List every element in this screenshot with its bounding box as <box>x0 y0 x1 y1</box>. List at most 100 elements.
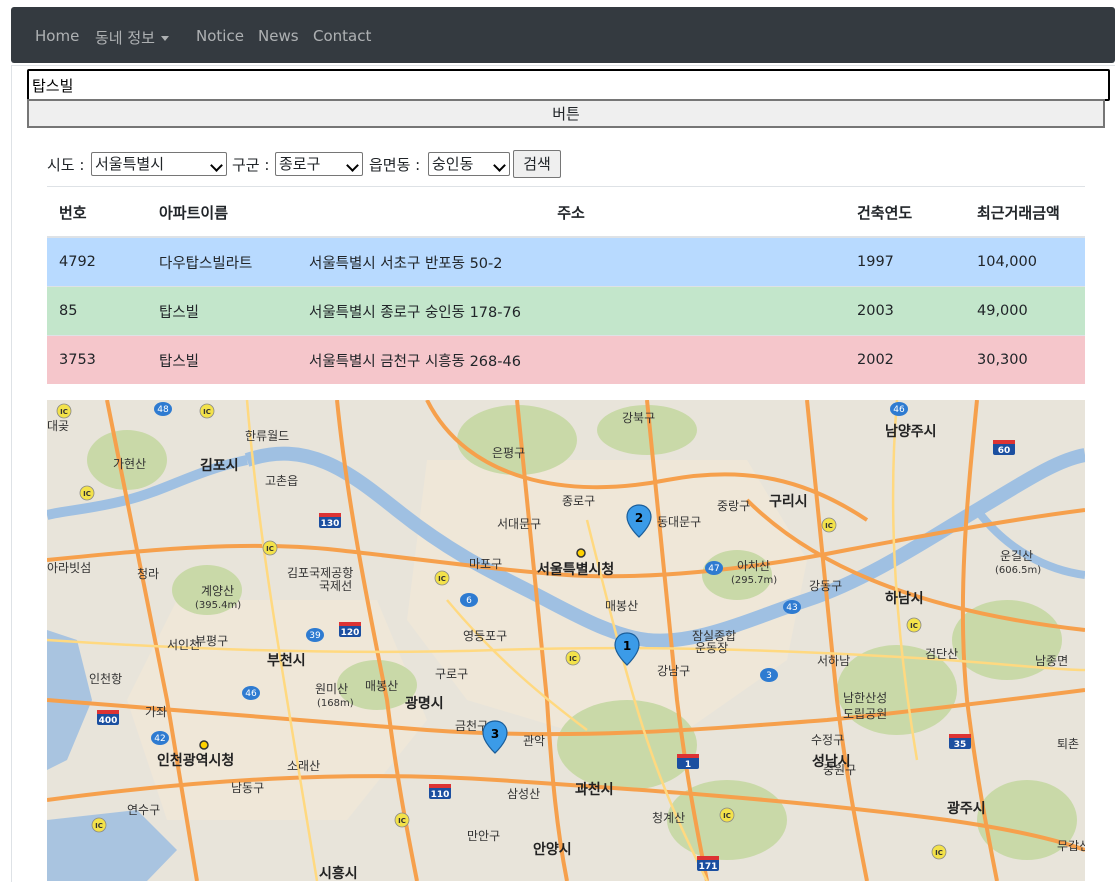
svg-text:IC: IC <box>569 655 577 663</box>
cell-year: 2002 <box>845 335 965 384</box>
route-marker-48: 48 <box>154 402 172 416</box>
map-label-seoincheon: 서인천 <box>167 637 200 652</box>
seoul-cityhall-dot <box>576 548 586 558</box>
region-search-button[interactable]: 검색 <box>513 150 561 178</box>
map-label-seoul-cityhall: 서울특별시청 <box>537 561 614 578</box>
cell-name: 탑스빌 <box>147 335 297 384</box>
sido-select[interactable]: 서울특별시 <box>91 152 227 176</box>
map-label-seongnam: 성남시 <box>812 753 851 770</box>
map-label-yeongdeungpo: 영등포구 <box>463 629 507 643</box>
map-label-toechon: 퇴촌 <box>1057 737 1079 751</box>
table-row[interactable]: 3753 탑스빌 서울특별시 금천구 시흥동 268-46 2002 30,30… <box>47 335 1085 384</box>
svg-text:42: 42 <box>154 734 165 744</box>
svg-text:IC: IC <box>438 575 446 583</box>
map-label-dongdaemun: 동대문구 <box>657 515 701 529</box>
chevron-down-icon <box>493 159 506 172</box>
map-label-bucheon: 부천시 <box>267 653 306 669</box>
route-marker-46: 46 <box>242 686 260 700</box>
cell-price: 104,000 <box>965 236 1085 287</box>
map-label-gimpo-airport: 김포국제공항 <box>287 566 353 580</box>
map-label-gwangju: 광주시 <box>947 800 986 817</box>
map-label-guri: 구리시 <box>769 494 808 510</box>
map-label-incheon-port: 인천항 <box>89 671 122 686</box>
cell-year: 2003 <box>845 286 965 336</box>
apartment-table: 번호 아파트이름 주소 건축연도 최근거래금액 4792 다우탑스빌라트 서울특… <box>47 188 1085 384</box>
map-label-seohasan: 서하남 <box>817 654 850 668</box>
map-label-cheonggyesan: 청계산 <box>652 811 685 825</box>
svg-text:60: 60 <box>998 446 1011 456</box>
cell-price: 30,300 <box>965 335 1085 384</box>
map-label-arabit: 아라빗섬 <box>47 561 91 575</box>
map-label-gwacheon: 과천시 <box>575 782 614 798</box>
svg-text:IC: IC <box>723 812 731 820</box>
map-label-gangnam: 강남구 <box>657 664 690 678</box>
map-label-gimpo: 김포시 <box>200 457 239 474</box>
highway-shield-400: 400 <box>97 710 119 726</box>
gugun-select-value: 종로구 <box>279 155 321 173</box>
svg-text:IC: IC <box>83 490 91 498</box>
nav-notice[interactable]: Notice <box>196 27 244 45</box>
route-marker-6: 6 <box>460 593 478 607</box>
ic-marker: IC <box>394 812 410 828</box>
svg-text:48: 48 <box>157 405 169 415</box>
ic-marker: IC <box>821 517 837 533</box>
route-marker-43: 43 <box>783 600 801 614</box>
cell-year: 1997 <box>845 236 965 287</box>
svg-text:120: 120 <box>341 628 360 638</box>
map-label-sujeong: 수정구 <box>811 733 844 747</box>
map-view[interactable]: 강북구 은평구 종로구 서대문구 동대문구 중랑구 마포구 영등포구 구로구 금… <box>47 400 1085 881</box>
map-label-park: 도립공원 <box>843 707 887 721</box>
sido-label: 시도 : <box>47 156 85 174</box>
map-canvas[interactable]: 강북구 은평구 종로구 서대문구 동대문구 중랑구 마포구 영등포구 구로구 금… <box>47 400 1085 881</box>
map-label-guro: 구로구 <box>435 667 468 681</box>
ic-marker: IC <box>56 403 72 419</box>
cell-address: 서울특별시 서초구 반포동 50-2 <box>297 236 845 287</box>
map-label-hallyu: 한류월드 <box>245 429 289 443</box>
search-submit-button[interactable]: 버튼 <box>27 99 1105 128</box>
map-label-international: 국제선 <box>319 579 352 593</box>
map-label-maebongsan: 매봉산 <box>605 599 638 613</box>
table-row[interactable]: 4792 다우탑스빌라트 서울특별시 서초구 반포동 50-2 1997 104… <box>47 236 1085 287</box>
map-label-achasan: 아차산 <box>737 559 770 573</box>
chevron-down-icon <box>160 36 169 41</box>
gugun-select[interactable]: 종로구 <box>275 152 363 176</box>
cell-no: 85 <box>47 286 147 336</box>
svg-text:43: 43 <box>786 603 797 613</box>
svg-text:400: 400 <box>99 716 118 726</box>
svg-text:IC: IC <box>60 408 68 416</box>
highway-shield-60: 60 <box>993 440 1015 456</box>
svg-text:3: 3 <box>766 671 772 681</box>
header-year: 건축연도 <box>845 188 965 238</box>
svg-text:IC: IC <box>398 817 406 825</box>
map-label-achasan-height: (295.7m) <box>731 575 777 586</box>
highway-shield-1: 1 <box>677 754 699 770</box>
ic-marker: IC <box>906 617 922 633</box>
apartment-marker-1-label: 1 <box>623 639 631 653</box>
map-label-sorae: 소래산 <box>287 759 320 773</box>
map-label-ungilsan-height: (606.5m) <box>995 565 1041 576</box>
svg-text:130: 130 <box>321 519 340 529</box>
map-label-namyangju: 남양주시 <box>885 423 937 440</box>
map-label-geomdansan: 검단산 <box>925 647 958 661</box>
nav-contact[interactable]: Contact <box>313 27 371 45</box>
svg-text:IC: IC <box>266 545 274 553</box>
table-row[interactable]: 85 탑스빌 서울특별시 종로구 숭인동 178-76 2003 49,000 <box>47 286 1085 336</box>
map-label-eunpyeong: 은평구 <box>492 446 525 460</box>
map-label-siheung: 시흥시 <box>319 865 358 881</box>
map-label-gyeyangsan-height: (395.4m) <box>195 600 241 611</box>
dong-select[interactable]: 숭인동 <box>428 152 510 176</box>
dong-label: 읍면동 : <box>369 156 421 174</box>
cell-name: 탑스빌 <box>147 286 297 336</box>
map-label-jungnang: 중랑구 <box>717 499 750 513</box>
highway-shield-120: 120 <box>339 622 361 638</box>
svg-text:110: 110 <box>431 790 450 800</box>
search-input[interactable] <box>27 69 1110 101</box>
ic-marker: IC <box>91 817 107 833</box>
map-label-gwangmyeong: 광명시 <box>405 695 444 712</box>
nav-home[interactable]: Home <box>35 27 79 45</box>
table-top-border <box>47 186 1085 187</box>
nav-neighborhood-dropdown[interactable]: 동네 정보 <box>95 27 169 48</box>
nav-news[interactable]: News <box>258 27 299 45</box>
svg-text:47: 47 <box>708 564 719 574</box>
header-address: 주소 <box>297 188 845 238</box>
